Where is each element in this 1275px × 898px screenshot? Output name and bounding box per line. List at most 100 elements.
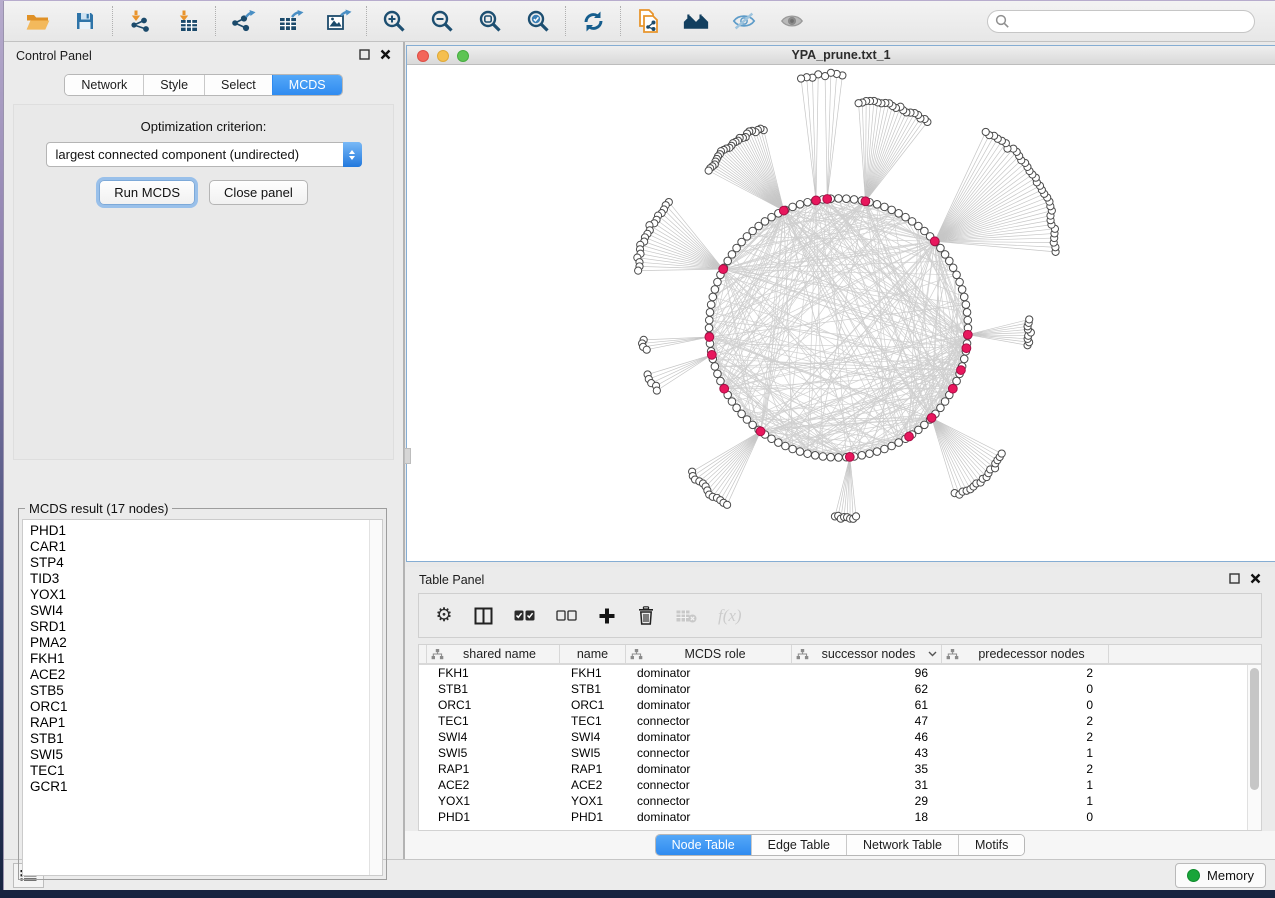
network-node[interactable] [706, 309, 714, 317]
network-node[interactable] [873, 448, 881, 456]
column-header-shared-name[interactable]: shared name [427, 645, 560, 663]
cell-MCDS-role[interactable]: dominator [626, 730, 792, 744]
mcds-hub-node[interactable] [719, 265, 728, 274]
cell-successor-nodes[interactable]: 18 [792, 810, 942, 824]
network-node[interactable] [705, 324, 713, 332]
cell-predecessor-nodes[interactable]: 1 [942, 746, 1109, 760]
network-node[interactable] [789, 203, 797, 211]
cell-shared-name[interactable]: YOX1 [427, 794, 560, 808]
network-node[interactable] [962, 301, 970, 309]
cell-shared-name[interactable]: ACE2 [427, 778, 560, 792]
network-node[interactable] [835, 454, 843, 462]
cell-predecessor-nodes[interactable]: 1 [942, 778, 1109, 792]
zoom-out-icon[interactable] [429, 8, 455, 34]
cell-MCDS-role[interactable]: connector [626, 778, 792, 792]
network-node[interactable] [949, 264, 957, 272]
export-table-icon[interactable] [278, 8, 304, 34]
column-header-name[interactable]: name [560, 645, 626, 663]
cell-predecessor-nodes[interactable]: 2 [942, 714, 1109, 728]
network-node[interactable] [707, 301, 715, 309]
network-node[interactable] [866, 450, 874, 458]
network-node[interactable] [895, 439, 903, 447]
mcds-result-item[interactable]: PMA2 [30, 635, 382, 651]
network-node[interactable] [895, 210, 903, 218]
network-node[interactable] [953, 271, 961, 279]
column-header-MCDS-role[interactable]: MCDS role [626, 645, 792, 663]
mcds-result-item[interactable]: SWI5 [30, 747, 382, 763]
network-leaf-node[interactable] [852, 513, 859, 520]
network-node[interactable] [902, 213, 910, 221]
network-node[interactable] [881, 203, 889, 211]
table-row[interactable]: ORC1ORC1dominator610 [419, 697, 1247, 713]
mcds-result-item[interactable]: FKH1 [30, 651, 382, 667]
mcds-result-item[interactable]: ACE2 [30, 667, 382, 683]
cell-successor-nodes[interactable]: 43 [792, 746, 942, 760]
network-leaf-node[interactable] [705, 167, 712, 174]
network-node[interactable] [804, 450, 812, 458]
network-leaf-node[interactable] [635, 267, 642, 274]
export-image-icon[interactable] [326, 8, 352, 34]
search-input[interactable] [987, 10, 1255, 33]
mcds-result-item[interactable]: STB1 [30, 731, 382, 747]
network-node[interactable] [714, 278, 722, 286]
table-tab-motifs[interactable]: Motifs [958, 835, 1024, 855]
mcds-hub-node[interactable] [963, 330, 972, 339]
delete-icon[interactable] [637, 606, 655, 625]
cell-name[interactable]: SWI5 [560, 746, 626, 760]
mcds-hub-node[interactable] [812, 196, 821, 205]
select-all-icon[interactable] [514, 610, 535, 621]
mcds-result-item[interactable]: SWI4 [30, 603, 382, 619]
cell-predecessor-nodes[interactable]: 2 [942, 762, 1109, 776]
network-node[interactable] [850, 196, 858, 204]
mcds-hub-node[interactable] [845, 453, 854, 462]
mcds-result-item[interactable]: SRD1 [30, 619, 382, 635]
cell-predecessor-nodes[interactable]: 0 [942, 682, 1109, 696]
network-canvas[interactable] [407, 65, 1275, 561]
cell-successor-nodes[interactable]: 47 [792, 714, 942, 728]
cell-successor-nodes[interactable]: 31 [792, 778, 942, 792]
network-node[interactable] [960, 355, 968, 363]
network-leaf-node[interactable] [998, 450, 1005, 457]
cell-name[interactable]: STB1 [560, 682, 626, 696]
network-node[interactable] [775, 439, 783, 447]
cell-name[interactable]: ACE2 [560, 778, 626, 792]
import-network-icon[interactable] [127, 8, 153, 34]
mcds-hub-node[interactable] [930, 237, 939, 246]
table-tab-network-table[interactable]: Network Table [846, 835, 958, 855]
zoom-fit-icon[interactable] [477, 8, 503, 34]
network-node[interactable] [717, 377, 725, 385]
mcds-hub-node[interactable] [962, 344, 971, 353]
cell-predecessor-nodes[interactable]: 0 [942, 698, 1109, 712]
cell-name[interactable]: PHD1 [560, 810, 626, 824]
network-leaf-node[interactable] [982, 128, 989, 135]
network-node[interactable] [711, 286, 719, 294]
cell-shared-name[interactable]: ORC1 [427, 698, 560, 712]
cell-MCDS-role[interactable]: dominator [626, 682, 792, 696]
window-close-icon[interactable] [417, 50, 429, 62]
column-header-successor-nodes[interactable]: successor nodes [792, 645, 942, 663]
columns-icon[interactable] [474, 607, 493, 625]
network-node[interactable] [963, 309, 971, 317]
memory-button[interactable]: Memory [1175, 863, 1266, 888]
tab-network[interactable]: Network [65, 75, 143, 95]
vertical-splitter-handle[interactable] [404, 448, 411, 464]
network-node[interactable] [960, 293, 968, 301]
cell-successor-nodes[interactable]: 62 [792, 682, 942, 696]
hide-selected-icon[interactable] [731, 8, 757, 34]
cell-name[interactable]: SWI4 [560, 730, 626, 744]
save-session-icon[interactable] [72, 8, 98, 34]
network-leaf-node[interactable] [724, 501, 731, 508]
deselect-all-icon[interactable] [556, 610, 577, 621]
network-leaf-node[interactable] [797, 75, 804, 82]
network-node[interactable] [819, 453, 827, 461]
cell-shared-name[interactable]: TEC1 [427, 714, 560, 728]
cell-MCDS-role[interactable]: dominator [626, 666, 792, 680]
mcds-result-item[interactable]: CAR1 [30, 539, 382, 555]
cell-shared-name[interactable]: SWI5 [427, 746, 560, 760]
table-row[interactable]: FKH1FKH1dominator962 [419, 665, 1247, 681]
network-leaf-node[interactable] [855, 100, 862, 107]
mcds-result-item[interactable]: GCR1 [30, 779, 382, 795]
cell-shared-name[interactable]: PHD1 [427, 810, 560, 824]
close-panel-button[interactable]: Close panel [209, 180, 308, 205]
import-table-icon[interactable] [175, 8, 201, 34]
